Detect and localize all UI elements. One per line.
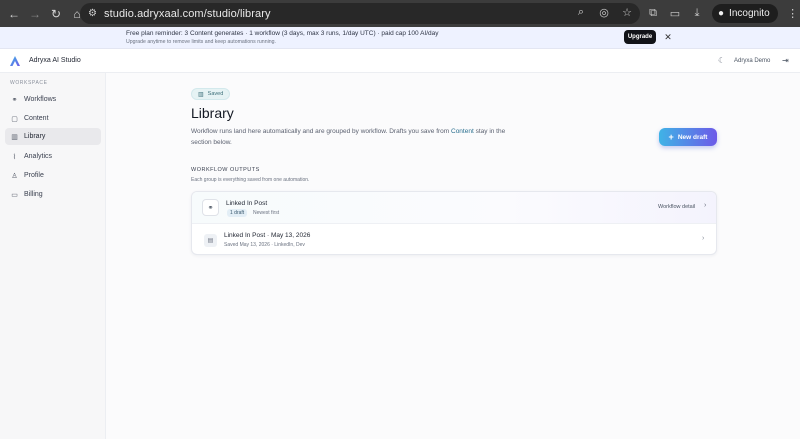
browser-toolbar: ← → ↻ ⌂ ⚙ studio.adryxaal.com/studio/lib… [0, 0, 800, 27]
sidebar-item-content[interactable]: ▢ Content [5, 110, 101, 127]
document-icon: ▤ [204, 234, 217, 247]
workflow-icon: ⚭ [202, 199, 219, 216]
book-icon: ▥ [198, 91, 204, 98]
menu-icon[interactable]: ⋮ [786, 7, 800, 20]
sidebar: WORKSPACE ⚭ Workflows ▢ Content ▥ Librar… [0, 73, 106, 439]
close-icon[interactable]: ✕ [662, 31, 674, 43]
link-icon: ⚭ [11, 96, 18, 104]
incognito-icon: ● [718, 8, 725, 19]
draft-count-badge: 1 draft [227, 209, 248, 217]
page-icon: ▢ [11, 115, 18, 123]
zoom-icon[interactable]: ⌕ [574, 6, 588, 19]
section-subtitle: Each group is everything saved from one … [191, 177, 310, 183]
incognito-badge[interactable]: ● Incognito [712, 4, 778, 23]
saved-chip: ▥ Saved [191, 88, 231, 100]
new-draft-button[interactable]: + New draft [659, 128, 717, 146]
logout-icon[interactable]: ⇥ [782, 56, 789, 65]
forward-icon[interactable]: → [26, 5, 44, 23]
address-bar[interactable]: ⚙ studio.adryxaal.com/studio/library ⌕ ◎… [80, 3, 640, 24]
theme-toggle-icon[interactable]: ☾ [718, 56, 725, 65]
banner-text: Free plan reminder: 3 Content generates … [126, 30, 439, 37]
banner-subtext: Upgrade anytime to remove limits and kee… [126, 39, 276, 45]
group-title: Linked In Post [226, 200, 268, 207]
chart-icon: ⌇ [12, 153, 17, 161]
cast-icon[interactable]: ▭ [668, 7, 682, 20]
section-title: WORKFLOW OUTPUTS [191, 167, 260, 173]
back-icon[interactable]: ← [5, 5, 23, 23]
chevron-right-icon[interactable]: › [702, 235, 704, 242]
extensions-icon[interactable]: ⧉ [646, 7, 660, 20]
site-settings-icon[interactable]: ⚙ [88, 8, 97, 19]
workflow-detail-link[interactable]: Workflow detail [658, 204, 695, 210]
download-icon[interactable]: ⤓ [690, 7, 704, 20]
sidebar-item-workflows[interactable]: ⚭ Workflows [5, 91, 101, 108]
draft-meta: Saved May 13, 2026 · LinkedIn, Dev [224, 242, 305, 248]
logo-icon [10, 56, 20, 66]
sidebar-item-analytics[interactable]: ⌇ Analytics [5, 148, 101, 165]
page-title: Library [191, 105, 234, 121]
page-description: Workflow runs land here automatically an… [191, 128, 506, 146]
chevron-right-icon[interactable]: › [704, 202, 706, 209]
sidebar-item-billing[interactable]: ▭ Billing [5, 186, 101, 203]
workflow-group-card: ⚭ Linked In Post 1 draft Newest first Wo… [191, 191, 717, 255]
card-icon: ▭ [11, 191, 18, 199]
content-link[interactable]: Content [451, 128, 474, 135]
app-header: Adryxa AI Studio ☾ Adryxa Demo ⇥ [0, 49, 800, 73]
sidebar-item-profile[interactable]: ♙ Profile [5, 167, 101, 184]
draft-title: Linked In Post · May 13, 2026 [224, 232, 311, 239]
sidebar-item-library[interactable]: ▥ Library [5, 128, 101, 145]
person-icon: ♙ [11, 172, 18, 180]
plus-icon: + [668, 132, 674, 142]
upgrade-button[interactable]: Upgrade [624, 30, 656, 44]
user-name[interactable]: Adryxa Demo [734, 58, 770, 64]
star-icon[interactable]: ☆ [620, 6, 634, 19]
plan-banner: Free plan reminder: 3 Content generates … [0, 27, 800, 49]
workflow-group-header[interactable]: ⚭ Linked In Post 1 draft Newest first Wo… [192, 192, 716, 224]
url-text: studio.adryxaal.com/studio/library [103, 7, 271, 20]
sort-label: Newest first [253, 210, 280, 216]
sidebar-heading: WORKSPACE [10, 80, 48, 86]
book-icon: ▥ [11, 133, 18, 141]
app-title: Adryxa AI Studio [29, 57, 81, 64]
eye-off-icon[interactable]: ◎ [597, 6, 611, 19]
main-content: ▥ Saved Library Workflow runs land here … [106, 73, 800, 439]
reload-icon[interactable]: ↻ [47, 5, 65, 23]
